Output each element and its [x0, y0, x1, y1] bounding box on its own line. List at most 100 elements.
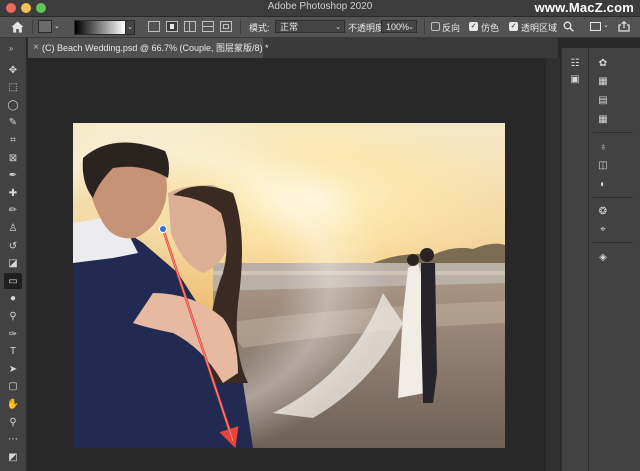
- collapse-toolbar-icon[interactable]: »: [9, 44, 13, 53]
- brush-tool[interactable]: ✏: [4, 203, 22, 219]
- beach-wedding-photo: [73, 123, 505, 448]
- type-icon: T: [9, 346, 17, 358]
- brush-icon: ✏: [8, 205, 18, 217]
- layers-icon[interactable]: ◈: [596, 252, 610, 264]
- options-bar: ⌄ ⌄ 模式: 正常 ⌄ 不透明度: 100% ⌄ 反向 ✓ 仿色 ✓ 透明区域…: [0, 17, 640, 38]
- hand-icon: ✋: [6, 398, 20, 410]
- document-tab[interactable]: × (C) Beach Wedding.psd @ 66.7% (Couple,…: [28, 38, 269, 58]
- eraser-icon: ◪: [8, 258, 18, 270]
- mode-select[interactable]: 正常 ⌄: [275, 20, 345, 33]
- close-tab-icon[interactable]: ×: [33, 38, 39, 58]
- clone-stamp-tool[interactable]: ♙: [4, 220, 22, 236]
- chevron-down-icon: ⌄: [54, 23, 60, 30]
- reverse-label: 反向: [442, 23, 461, 33]
- healing-brush-tool[interactable]: ✚: [4, 185, 22, 201]
- gradient-preset-icon: [38, 20, 52, 33]
- learn-icon[interactable]: ♁: [596, 142, 610, 154]
- dodge-icon: ⚲: [9, 310, 17, 322]
- divider: [240, 20, 241, 34]
- workspace-icon: [590, 22, 601, 31]
- path-select-tool[interactable]: ➤: [4, 361, 22, 377]
- mode-value: 正常: [280, 22, 299, 32]
- transparency-checkbox[interactable]: ✓: [509, 22, 518, 31]
- diamond-gradient-button[interactable]: [220, 21, 232, 32]
- marquee-tool[interactable]: ⬚: [4, 80, 22, 96]
- dodge-tool[interactable]: ⚲: [4, 308, 22, 324]
- gradient-picker-dropdown[interactable]: ⌄: [125, 20, 135, 35]
- color-swatches[interactable]: ◩: [4, 449, 22, 465]
- dither-checkbox[interactable]: ✓: [469, 22, 478, 31]
- document-canvas-image[interactable]: [73, 123, 505, 448]
- radial-gradient-button[interactable]: [166, 21, 178, 32]
- rectangle-tool[interactable]: ▢: [4, 379, 22, 395]
- crop-icon: ⌗: [10, 134, 16, 146]
- opacity-value: 100%: [386, 22, 410, 32]
- radial-gradient-icon: [170, 24, 174, 29]
- path-select-icon: ➤: [8, 363, 18, 375]
- color-icon[interactable]: ✿: [596, 58, 610, 70]
- history-brush-icon: ↺: [8, 240, 18, 252]
- more-tools[interactable]: ⋯: [4, 432, 22, 448]
- gradient-editor-swatch[interactable]: [74, 20, 126, 35]
- crop-tool[interactable]: ⌗: [4, 132, 22, 148]
- divider: [424, 20, 425, 34]
- collapsed-panel-strip: ☷ ▣: [561, 48, 588, 471]
- document-tab-bar: × (C) Beach Wedding.psd @ 66.7% (Couple,…: [28, 38, 558, 58]
- lasso-tool[interactable]: ◯: [4, 97, 22, 113]
- quick-select-tool[interactable]: ✎: [4, 115, 22, 131]
- pen-tool[interactable]: ✑: [4, 326, 22, 342]
- quick-select-icon: ✎: [8, 117, 18, 129]
- zoom-tool[interactable]: ⚲: [4, 414, 22, 430]
- styles-icon[interactable]: ❂: [596, 206, 610, 218]
- angle-gradient-button[interactable]: [184, 21, 196, 32]
- home-button[interactable]: [6, 17, 28, 37]
- linear-gradient-button[interactable]: [148, 21, 160, 32]
- reflected-gradient-button[interactable]: [202, 21, 214, 32]
- libraries-panel-icon[interactable]: ◫: [596, 160, 610, 172]
- chevron-down-icon: ⌄: [127, 24, 133, 31]
- workspace-switcher[interactable]: ⌄: [590, 21, 610, 32]
- gradients-icon[interactable]: ▤: [596, 95, 610, 107]
- type-tool[interactable]: T: [4, 344, 22, 360]
- divider: [593, 242, 633, 243]
- reverse-checkbox[interactable]: [431, 22, 440, 31]
- patterns-icon[interactable]: ▦: [596, 114, 610, 126]
- reflected-gradient-icon: [203, 26, 213, 27]
- zoom-icon: ⚲: [9, 416, 17, 428]
- chevron-down-icon: ⌄: [603, 22, 609, 29]
- share-icon: [618, 20, 630, 32]
- eraser-tool[interactable]: ◪: [4, 256, 22, 272]
- frame-icon: ⊠: [8, 152, 18, 164]
- hand-tool[interactable]: ✋: [4, 396, 22, 412]
- divider: [593, 132, 633, 133]
- share-button[interactable]: [618, 20, 632, 32]
- transparency-label: 透明区域: [521, 23, 558, 33]
- lasso-icon: ◯: [7, 99, 19, 111]
- move-icon: ✥: [8, 64, 18, 76]
- tools-panel: ✥ ⬚ ◯ ✎ ⌗ ⊠ ✒ ✚ ✏ ♙ ↺ ◪ ▭ ● ⚲ ✑ T ➤ ▢ ✋ ⚲ ⋯ ◩: [0, 58, 27, 471]
- gradient-tool[interactable]: ▭: [4, 273, 22, 290]
- divider: [593, 197, 633, 198]
- paths-icon[interactable]: ⌖: [596, 224, 610, 236]
- history-icon[interactable]: ▣: [568, 74, 582, 86]
- move-tool[interactable]: ✥: [4, 62, 22, 78]
- clone-stamp-icon: ♙: [8, 222, 18, 234]
- dither-label: 仿色: [481, 23, 500, 33]
- swatches-icon[interactable]: ▦: [596, 76, 610, 88]
- canvas-vertical-scrollbar[interactable]: [546, 58, 560, 471]
- opacity-input[interactable]: 100% ⌄: [381, 20, 417, 33]
- tool-preset-picker[interactable]: ⌄: [38, 20, 64, 33]
- chevron-down-icon: ⌄: [335, 24, 341, 31]
- adjustments-icon[interactable]: ◐: [596, 179, 610, 191]
- angle-gradient-icon: [189, 22, 190, 31]
- libraries-icon[interactable]: ☷: [568, 58, 582, 70]
- frame-tool[interactable]: ⊠: [4, 150, 22, 166]
- mores-icon: ⋯: [8, 434, 18, 446]
- color-swatches-icon: ◩: [8, 451, 18, 463]
- eyedropper-tool[interactable]: ✒: [4, 168, 22, 184]
- chevron-down-icon: ⌄: [408, 24, 414, 31]
- history-brush-tool[interactable]: ↺: [4, 238, 22, 254]
- mode-label: 模式:: [249, 23, 270, 33]
- search-button[interactable]: [563, 21, 575, 32]
- blur-tool[interactable]: ●: [4, 291, 22, 307]
